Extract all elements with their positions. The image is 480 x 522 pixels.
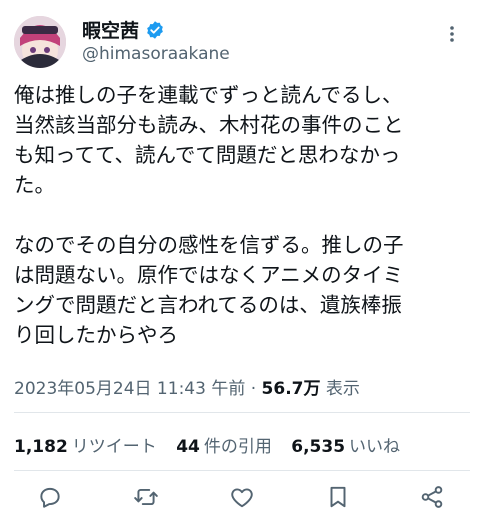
timestamp[interactable]: 2023年05月24日 11:43 午前 [14, 379, 245, 399]
tweet-paragraph-1: 俺は推しの子を連載でずっと読んでるし、 当然該当部分も読み、木村花の事件のこと … [14, 83, 404, 197]
retweet-label[interactable]: リツイート [72, 437, 157, 457]
handle[interactable]: @himasoraakane [82, 44, 230, 64]
quote-count[interactable]: 44 [176, 437, 200, 457]
view-label: 表示 [325, 379, 360, 399]
divider [14, 470, 470, 471]
meta-separator: · [250, 379, 257, 399]
retweet-count[interactable]: 1,182 [14, 437, 68, 457]
quote-label[interactable]: 件の引用 [204, 437, 272, 457]
action-bar [0, 484, 480, 514]
share-icon[interactable] [419, 484, 445, 510]
display-name[interactable]: 暇空茜 [82, 16, 139, 43]
more-dots-icon[interactable] [442, 24, 462, 44]
tweet-header: 暇空茜 @himasoraakane [14, 12, 466, 74]
name-row: 暇空茜 [82, 16, 165, 43]
retweet-icon[interactable] [133, 484, 159, 510]
bookmark-icon[interactable] [325, 484, 351, 510]
tweet-meta: 2023年05月24日 11:43 午前 · 56.7万 表示 [14, 374, 360, 399]
like-label[interactable]: いいね [349, 437, 400, 457]
like-count[interactable]: 6,535 [291, 437, 345, 457]
verified-badge-icon [145, 20, 165, 40]
avatar[interactable] [14, 16, 66, 68]
tweet-text: 俺は推しの子を連載でずっと読んでるし、 当然該当部分も読み、木村花の事件のこと … [14, 80, 470, 350]
heart-icon[interactable] [229, 484, 255, 510]
view-count: 56.7万 [261, 379, 321, 399]
divider [14, 412, 470, 413]
tweet-paragraph-2: なのでその自分の感性を信ずる。推しの子 は問題ない。原作ではなくアニメのタイミ … [14, 233, 404, 347]
reply-icon[interactable] [37, 484, 63, 510]
tweet-stats: 1,182 リツイート 44 件の引用 6,535 いいね [14, 432, 414, 457]
